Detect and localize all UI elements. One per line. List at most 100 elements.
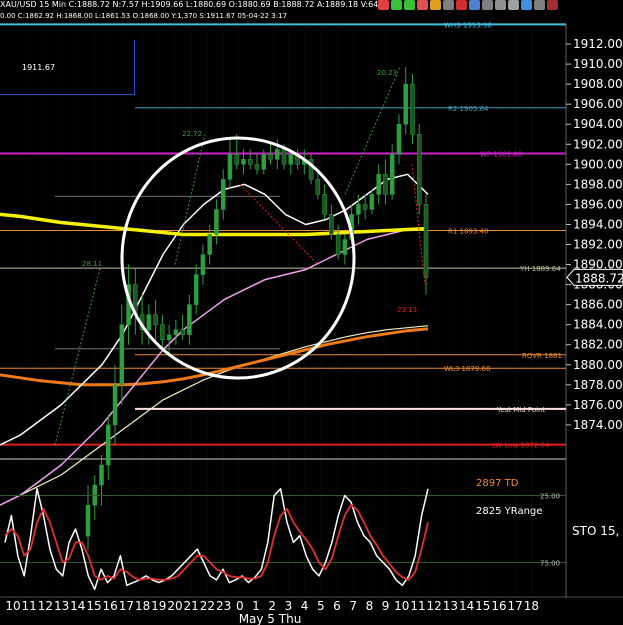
price-bar-body — [119, 324, 125, 386]
x-tick-label: 19 — [151, 599, 166, 613]
price-bar-body — [369, 194, 375, 210]
y-tick-label: 1898.00 — [573, 177, 623, 191]
x-tick-label: 20 — [167, 599, 182, 613]
x-tick-label: 11 — [410, 599, 425, 613]
yellow-ma-line — [0, 212, 429, 237]
yrange-label: 2825 YRange — [476, 506, 543, 517]
toolbar — [378, 0, 558, 11]
bullet-icon[interactable] — [378, 0, 389, 10]
price-bar-body — [106, 424, 111, 466]
price-bar-body — [227, 154, 233, 180]
price-bar-body — [247, 159, 253, 165]
sto-level-label: 25.00 — [540, 493, 560, 501]
x-tick-label: 9 — [382, 599, 390, 613]
price-bar-body — [268, 154, 273, 160]
price-bar-body — [207, 234, 212, 255]
price-bar-body — [187, 304, 192, 335]
x-tick-label: 4 — [301, 599, 309, 613]
grid-icon[interactable] — [534, 0, 545, 10]
pink-ma-line — [0, 227, 429, 506]
price-bar-body — [403, 83, 408, 125]
price-bar-body — [335, 234, 341, 255]
x-tick-label: 6 — [333, 599, 341, 613]
level-r2-label: R2 1905.64 — [448, 105, 489, 113]
y-tick-label: 1878.00 — [573, 378, 623, 392]
x-tick-label: 13 — [54, 599, 69, 613]
x-date-label: May 5 Thu — [239, 612, 302, 625]
x-tick-label: 12 — [427, 599, 442, 613]
x-tick-label: 13 — [443, 599, 458, 613]
x-tick-label: 2 — [268, 599, 276, 613]
level-wh3-label: WH3 1913.96 — [444, 21, 492, 29]
last-price-label: 1888.72 — [575, 271, 623, 285]
sto-label: STO 15, — [572, 524, 620, 538]
x-tick-label: 11 — [22, 599, 37, 613]
price-bar-body — [254, 164, 260, 170]
annotation-label: 22.72 — [182, 130, 202, 138]
circle-icon[interactable] — [443, 0, 454, 10]
x-tick-label: 10 — [5, 599, 20, 613]
list-icon[interactable] — [508, 0, 519, 10]
sto-level-label: 75.00 — [540, 560, 560, 568]
inset-box: 1911.67 — [0, 40, 135, 95]
x-tick-label: 17 — [508, 599, 523, 613]
level-yest-mid-point-label: Yest Mid Point — [496, 406, 546, 414]
cream-ma-line — [0, 325, 429, 506]
price-bar-body — [112, 384, 118, 426]
x-tick-label: 16 — [491, 599, 506, 613]
price-bar-body — [322, 194, 327, 215]
x-tick-label: 5 — [317, 599, 325, 613]
play-icon[interactable] — [521, 0, 532, 10]
level-wp-label: WP 1901.08 — [480, 151, 522, 159]
x-tick-label: 16 — [103, 599, 118, 613]
settings-icon[interactable] — [482, 0, 493, 10]
inset-value: 1911.67 — [22, 63, 56, 72]
price-bar-body — [193, 274, 199, 305]
star-icon[interactable] — [430, 0, 441, 10]
check-icon[interactable] — [391, 0, 402, 10]
price-bar-body — [362, 204, 368, 210]
level-r1-label: R1 1893.40 — [448, 227, 489, 235]
price-bar-body — [160, 324, 165, 340]
price-bar-body — [342, 239, 348, 255]
price-bar-body — [99, 464, 104, 486]
price-bar-body — [275, 149, 280, 160]
annotation-label: 28.11 — [82, 260, 102, 268]
y-tick-label: 1884.00 — [573, 318, 623, 332]
heart-icon[interactable] — [417, 0, 428, 10]
y-tick-label: 1910.00 — [573, 57, 623, 71]
white-ma-line — [0, 173, 429, 446]
x-tick-label: 15 — [475, 599, 490, 613]
x-tick-label: 22 — [200, 599, 215, 613]
x-tick-label: 3 — [285, 599, 293, 613]
price-bar-body — [85, 504, 91, 537]
close-icon[interactable] — [456, 0, 467, 10]
y-tick-label: 1902.00 — [573, 137, 623, 151]
price-bar-body — [166, 334, 172, 340]
x-tick-label: 23 — [216, 599, 231, 613]
check-icon[interactable] — [404, 0, 415, 10]
highlight-ellipse — [120, 136, 356, 380]
price-bar-body — [329, 214, 334, 235]
price-bar-body — [200, 254, 206, 275]
y-axis: 1874.00 1876.00 1878.00 1880.00 1882.00 1884.… — [566, 37, 623, 432]
x-tick-label: 1 — [252, 599, 260, 613]
arrow-icon[interactable] — [469, 0, 480, 10]
level-lw-low-label: LW Low 1872.04 — [492, 442, 550, 450]
price-bar-body — [383, 174, 388, 195]
x-tick-label: 10 — [394, 599, 409, 613]
cross-icon[interactable] — [547, 0, 558, 10]
chart-header: XAU/USD 15 Min C:1888.72 N:7.57 H:1909.6… — [0, 0, 623, 11]
price-bar-body — [180, 329, 185, 335]
price-bar-body — [416, 134, 422, 205]
y-tick-label: 1880.00 — [573, 358, 623, 372]
price-bar-body — [173, 329, 179, 335]
level-rovr-label: ROVR 1881. — [522, 352, 564, 360]
td-label: 2897 TD — [476, 478, 519, 489]
y-tick-label: 1908.00 — [573, 77, 623, 91]
y-tick-label: 1906.00 — [573, 97, 623, 111]
tag-icon[interactable] — [495, 0, 506, 10]
x-tick-label: 14 — [459, 599, 474, 613]
y-tick-label: 1896.00 — [573, 197, 623, 211]
symbol-line: XAU/USD 15 Min C:1888.72 N:7.57 H:1909.6… — [0, 0, 379, 9]
